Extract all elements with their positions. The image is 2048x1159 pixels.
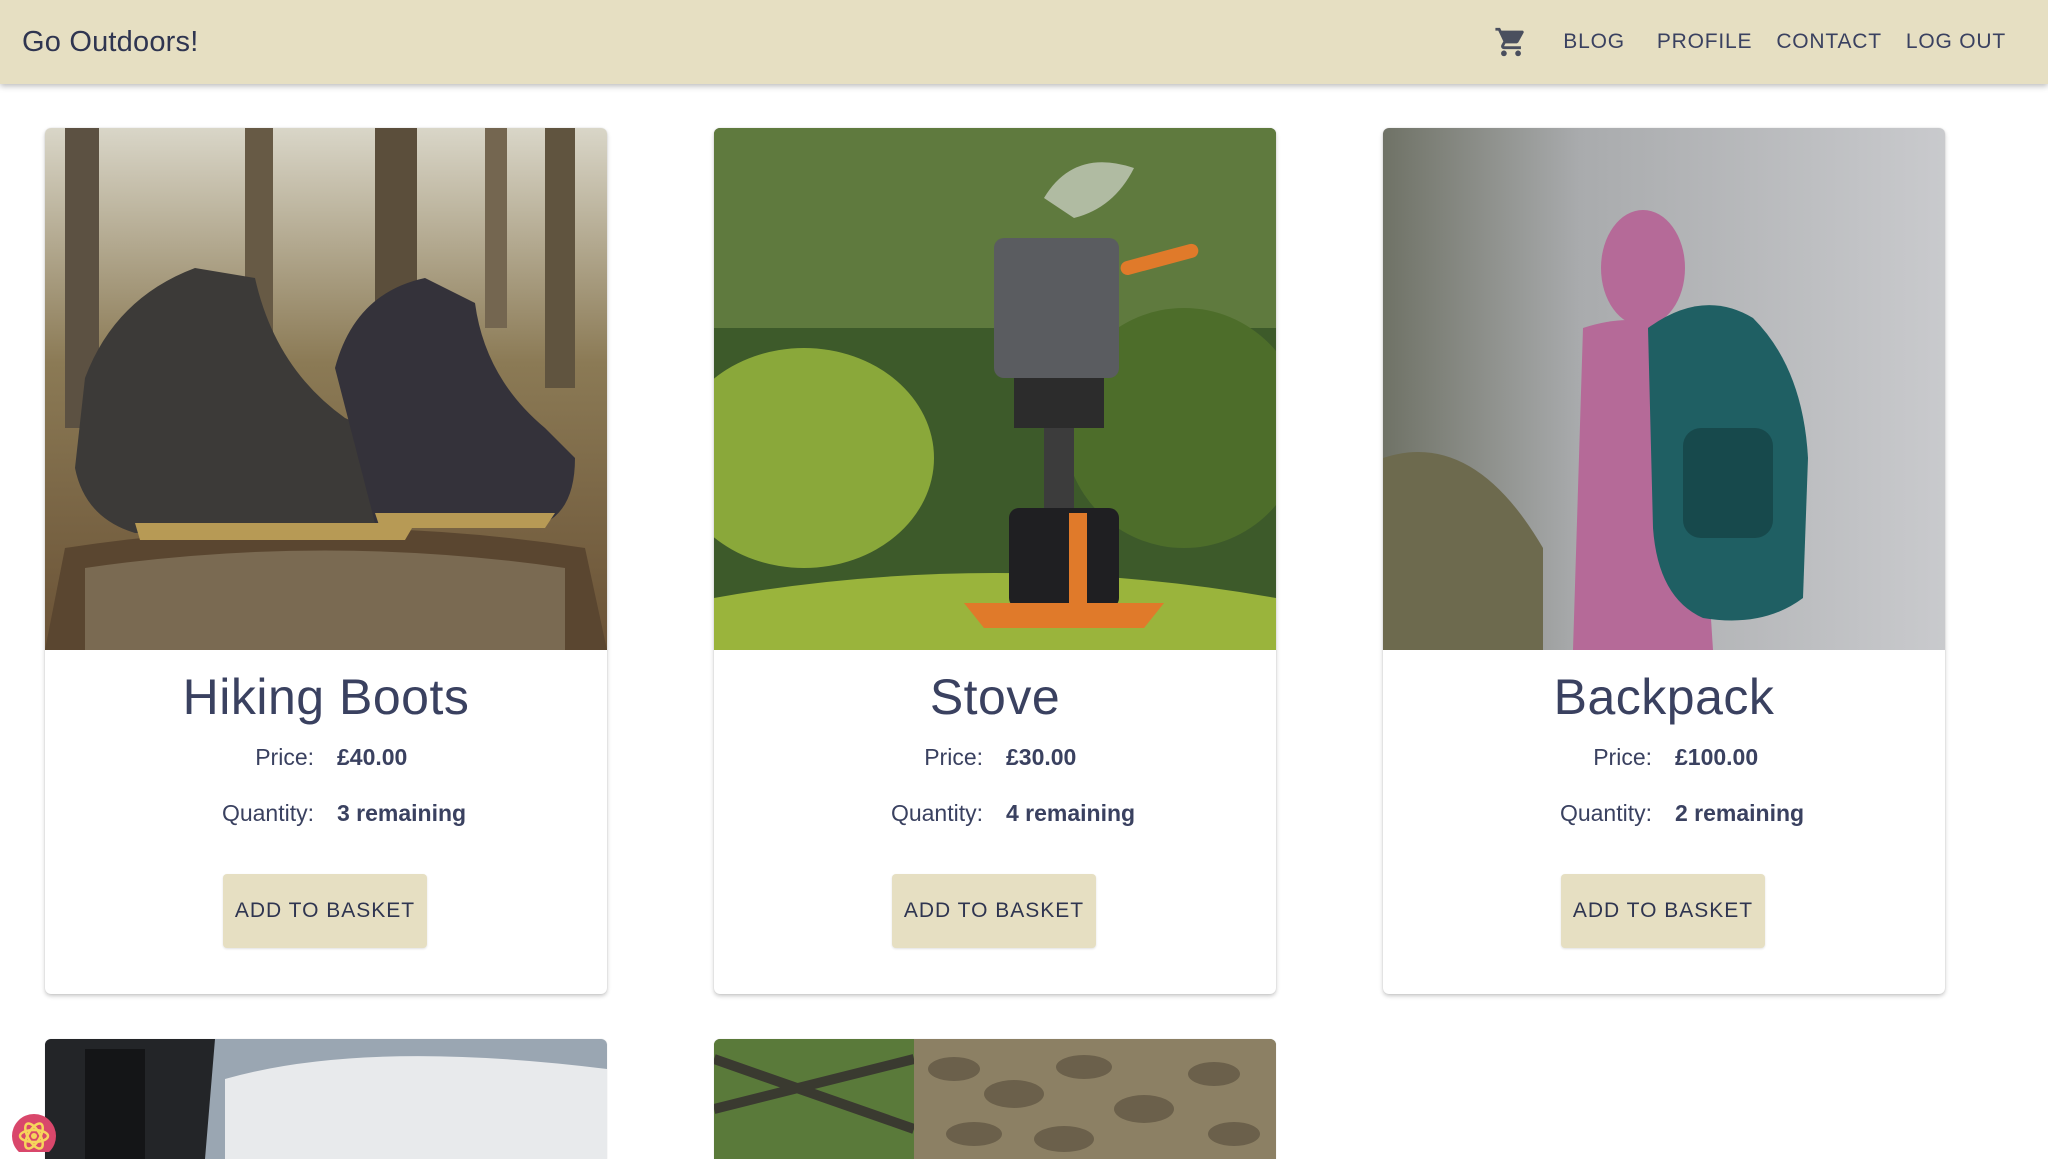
stone-wall-gate-photo xyxy=(714,1039,1276,1159)
product-name: Backpack xyxy=(1553,669,1775,725)
react-devtools-icon[interactable] xyxy=(4,1106,64,1158)
price-row: Price: £100.00 xyxy=(1383,744,1945,774)
price-value: £40.00 xyxy=(337,744,408,770)
nav-logout-link[interactable]: LOG OUT xyxy=(1894,20,2018,64)
quantity-label: Quantity: xyxy=(1559,800,1652,826)
hiking-boots-photo xyxy=(45,128,607,650)
nav-profile-link[interactable]: PROFILE xyxy=(1645,20,1764,64)
quantity-label: Quantity: xyxy=(221,800,314,826)
price-value: £100.00 xyxy=(1675,744,1759,770)
quantity-value: 3 remaining xyxy=(337,800,467,826)
product-card: Stove Price: £30.00 Quantity: 4 remainin… xyxy=(714,128,1276,994)
price-label: Price: xyxy=(1593,744,1652,770)
top-nav: BLOG PROFILE CONTACT LOG OUT xyxy=(1485,0,2018,84)
quantity-value: 4 remaining xyxy=(1006,800,1136,826)
product-name: Stove xyxy=(929,669,1061,725)
price-row: Price: £30.00 xyxy=(714,744,1276,774)
product-name: Hiking Boots xyxy=(182,669,470,725)
hiker-backpack-photo xyxy=(1383,128,1945,650)
add-to-basket-button[interactable]: ADD TO BASKET xyxy=(223,874,427,948)
nav-blog-link[interactable]: BLOG xyxy=(1551,20,1637,64)
quantity-row: Quantity: 2 remaining xyxy=(1383,800,1945,830)
product-grid: Hiking Boots Price: £40.00 Quantity: 3 r… xyxy=(0,84,2048,1159)
price-value: £30.00 xyxy=(1006,744,1077,770)
price-label: Price: xyxy=(255,744,314,770)
top-app-bar: Go Outdoors! BLOG PROFILE CONTACT LOG OU… xyxy=(0,0,2048,84)
price-label: Price: xyxy=(924,744,983,770)
add-to-basket-button[interactable]: ADD TO BASKET xyxy=(1561,874,1765,948)
nav-contact-link[interactable]: CONTACT xyxy=(1764,20,1894,64)
hiker-clouds-photo xyxy=(45,1039,607,1159)
quantity-row: Quantity: 3 remaining xyxy=(45,800,607,830)
shopping-cart-icon[interactable] xyxy=(1485,16,1537,68)
product-card: Hiking Boots Price: £40.00 Quantity: 3 r… xyxy=(45,128,607,994)
add-to-basket-button[interactable]: ADD TO BASKET xyxy=(892,874,1096,948)
product-card: Backpack Price: £100.00 Quantity: 2 rema… xyxy=(1383,128,1945,994)
quantity-value: 2 remaining xyxy=(1675,800,1805,826)
app-title[interactable]: Go Outdoors! xyxy=(22,0,199,84)
quantity-row: Quantity: 4 remaining xyxy=(714,800,1276,830)
camping-stove-photo xyxy=(714,128,1276,650)
price-row: Price: £40.00 xyxy=(45,744,607,774)
quantity-label: Quantity: xyxy=(890,800,983,826)
